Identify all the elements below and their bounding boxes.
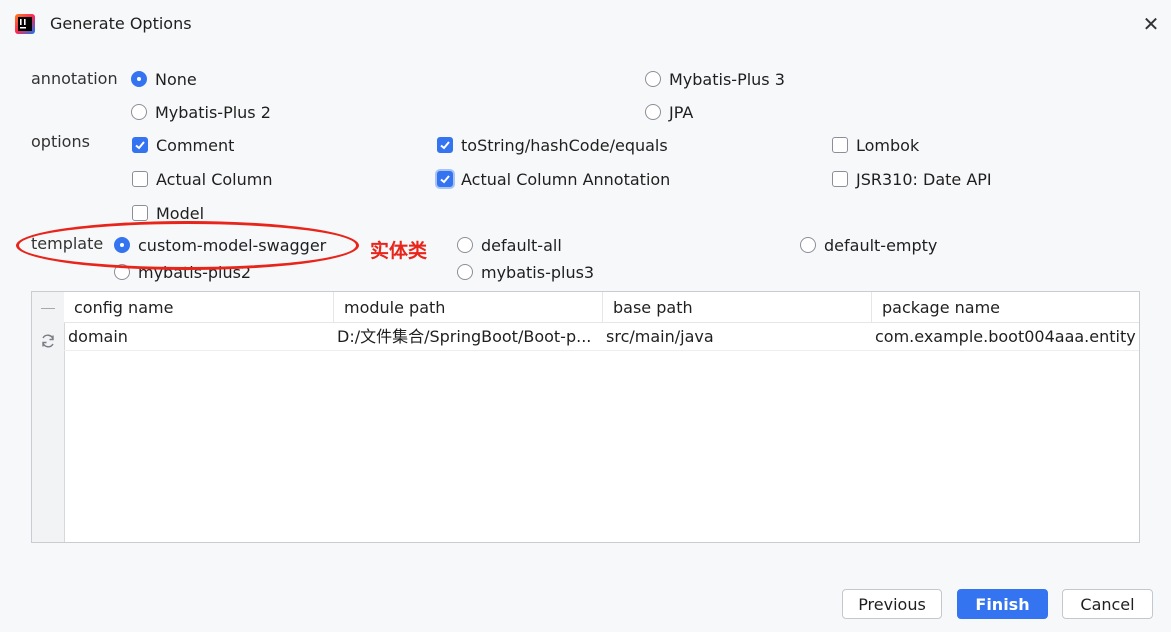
dialog-title: Generate Options xyxy=(50,14,192,33)
template-custom-model-swagger-radio[interactable]: custom-model-swagger xyxy=(114,234,326,256)
checkbox-label: JSR310: Date API xyxy=(856,169,992,189)
radio-label: custom-model-swagger xyxy=(138,235,327,255)
cell-base-path[interactable]: src/main/java xyxy=(602,324,871,350)
finish-button[interactable]: Finish xyxy=(957,589,1048,619)
radio-label: default-all xyxy=(481,235,562,255)
radio-label: None xyxy=(155,69,197,89)
radio-label: mybatis-plus3 xyxy=(481,262,595,282)
checkbox-indicator xyxy=(832,171,848,187)
remove-row-icon[interactable] xyxy=(41,308,55,309)
refresh-icon[interactable] xyxy=(39,332,57,350)
radio-indicator xyxy=(645,71,661,87)
radio-indicator xyxy=(114,264,130,280)
cell-config-name[interactable]: domain xyxy=(64,324,333,350)
check-icon xyxy=(135,141,145,150)
checkbox-label: Comment xyxy=(156,135,235,155)
intellij-app-icon xyxy=(15,14,35,34)
cell-module-path[interactable]: D:/文件集合/SpringBoot/Boot-p... xyxy=(333,324,598,350)
checkbox-indicator xyxy=(437,171,453,187)
radio-indicator xyxy=(131,104,147,120)
template-default-empty-radio[interactable]: default-empty xyxy=(800,234,937,256)
radio-label: default-empty xyxy=(824,235,938,255)
checkbox-indicator xyxy=(132,137,148,153)
options-label: options xyxy=(31,132,90,151)
column-header-config-name[interactable]: config name xyxy=(64,292,333,323)
checkbox-label: Model xyxy=(156,203,205,223)
cell-package-name[interactable]: com.example.boot004aaa.entity xyxy=(871,324,1139,350)
table-toolbar xyxy=(32,292,65,542)
annotation-none-radio[interactable]: None xyxy=(131,68,197,90)
annotation-jpa-radio[interactable]: JPA xyxy=(645,101,693,123)
lombok-checkbox[interactable]: Lombok xyxy=(832,134,919,156)
tostring-hashcode-equals-checkbox[interactable]: toString/hashCode/equals xyxy=(437,134,668,156)
check-icon xyxy=(440,141,450,150)
radio-indicator xyxy=(645,104,661,120)
checkbox-label: Lombok xyxy=(856,135,920,155)
actual-column-checkbox[interactable]: Actual Column xyxy=(132,168,272,190)
annotation-mybatis-plus-2-radio[interactable]: Mybatis-Plus 2 xyxy=(131,101,271,123)
config-table[interactable]: config name module path base path packag… xyxy=(31,291,1140,543)
checkbox-indicator xyxy=(437,137,453,153)
radio-label: Mybatis-Plus 2 xyxy=(155,102,271,122)
checkbox-indicator xyxy=(132,171,148,187)
annotation-mybatis-plus-3-radio[interactable]: Mybatis-Plus 3 xyxy=(645,68,785,90)
template-mybatis-plus2-radio[interactable]: mybatis-plus2 xyxy=(114,261,251,283)
previous-button[interactable]: Previous xyxy=(842,589,942,619)
checkbox-label: toString/hashCode/equals xyxy=(461,135,668,155)
actual-column-annotation-checkbox[interactable]: Actual Column Annotation xyxy=(437,168,670,190)
close-icon[interactable]: ✕ xyxy=(1139,12,1163,36)
radio-indicator xyxy=(457,264,473,280)
check-icon xyxy=(440,175,450,184)
template-mybatis-plus3-radio[interactable]: mybatis-plus3 xyxy=(457,261,594,283)
column-header-module-path[interactable]: module path xyxy=(333,292,602,323)
radio-indicator xyxy=(114,237,130,253)
cancel-button[interactable]: Cancel xyxy=(1062,589,1153,619)
checkbox-indicator xyxy=(132,205,148,221)
radio-label: Mybatis-Plus 3 xyxy=(669,69,785,89)
template-label: template xyxy=(31,234,104,253)
annotation-label: annotation xyxy=(31,69,118,88)
template-default-all-radio[interactable]: default-all xyxy=(457,234,562,256)
jsr310-date-api-checkbox[interactable]: JSR310: Date API xyxy=(832,168,992,190)
row-divider xyxy=(64,350,1139,351)
checkbox-indicator xyxy=(832,137,848,153)
radio-label: mybatis-plus2 xyxy=(138,262,252,282)
annotation-note: 实体类 xyxy=(370,240,428,262)
radio-label: JPA xyxy=(669,102,694,122)
radio-indicator xyxy=(800,237,816,253)
column-header-package-name[interactable]: package name xyxy=(871,292,1139,323)
radio-indicator xyxy=(131,71,147,87)
radio-indicator xyxy=(457,237,473,253)
column-header-base-path[interactable]: base path xyxy=(602,292,871,323)
comment-checkbox[interactable]: Comment xyxy=(132,134,234,156)
model-checkbox[interactable]: Model xyxy=(132,202,204,224)
checkbox-label: Actual Column xyxy=(156,169,273,189)
checkbox-label: Actual Column Annotation xyxy=(461,169,671,189)
title-bar: Generate Options ✕ xyxy=(0,0,1171,50)
